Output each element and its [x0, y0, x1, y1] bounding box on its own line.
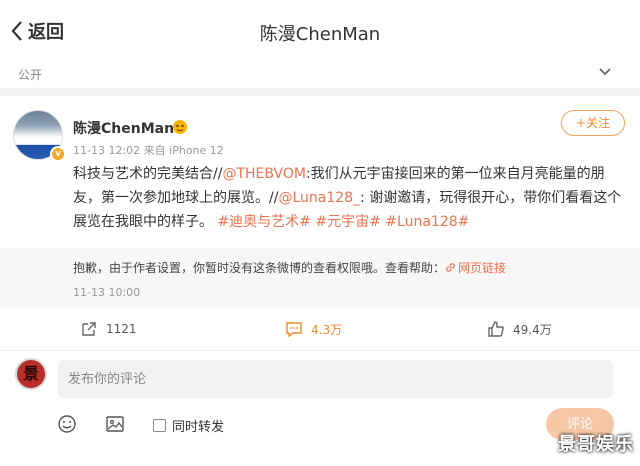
- also-repost-checkbox[interactable]: 同时转发: [153, 416, 224, 435]
- like-count: 49.4万: [513, 322, 552, 337]
- hashtag-link[interactable]: #元宇宙#: [315, 214, 380, 230]
- like-button[interactable]: 49.4万: [487, 320, 552, 338]
- visibility-label: 公开: [18, 68, 43, 82]
- my-avatar[interactable]: 景: [15, 358, 47, 390]
- author-name[interactable]: 陈漫ChenMan: [73, 118, 174, 138]
- comment-composer: 景 同时转发 评论 景哥娱乐: [0, 350, 640, 466]
- repost-notice: 抱歉，由于作者设置，你暂时没有这条微博的查看权限哦。查看帮助： 网页链接 11-1…: [0, 248, 640, 308]
- emoji-icon[interactable]: [57, 414, 77, 434]
- post-content: 科技与艺术的完美结合//@THEBVOM:我们从元宇宙接回来的第一位来自月亮能量…: [73, 162, 628, 234]
- notice-text: 抱歉，由于作者设置，你暂时没有这条微博的查看权限哦。查看帮助：: [73, 261, 446, 275]
- comment-input[interactable]: [58, 360, 613, 398]
- original-post-time: 11-13 10:00: [73, 286, 141, 299]
- page-title: 陈漫ChenMan: [259, 24, 381, 45]
- checkbox-box[interactable]: [153, 419, 166, 432]
- repost-count: 1121: [106, 322, 137, 336]
- comment-icon: [286, 322, 302, 338]
- action-bar: 1121 4.3万 49.4万: [0, 308, 640, 350]
- navbar: 返回 陈漫ChenMan: [0, 0, 640, 62]
- post-meta: 11-13 12:02 来自 iPhone 12: [73, 144, 224, 157]
- web-link[interactable]: 网页链接: [445, 261, 506, 275]
- watermark: 景哥娱乐: [558, 434, 634, 455]
- hashtag-link[interactable]: #Luna128#: [385, 214, 469, 230]
- mention-link[interactable]: @THEBVOM: [222, 166, 306, 182]
- comment-button[interactable]: 4.3万: [285, 320, 342, 338]
- also-repost-label: 同时转发: [172, 420, 225, 435]
- hashtag-link[interactable]: #迪奥与艺术#: [217, 214, 310, 230]
- vip-crown-icon: [173, 120, 187, 134]
- mention-link[interactable]: @Luna128_: [278, 190, 360, 206]
- repost-button[interactable]: 1121: [80, 320, 137, 338]
- content-text: 科技与艺术的完美结合//: [73, 166, 223, 182]
- verified-badge-icon: v: [50, 146, 66, 162]
- comment-count: 4.3万: [311, 322, 343, 337]
- notice-message: 抱歉，由于作者设置，你暂时没有这条微博的查看权限哦。查看帮助： 网页链接: [73, 259, 506, 276]
- section-divider: [0, 88, 640, 96]
- repost-icon: [82, 322, 96, 336]
- follow-button[interactable]: +关注: [561, 110, 625, 136]
- chevron-down-icon[interactable]: [598, 65, 612, 79]
- web-link-label: 网页链接: [458, 261, 507, 275]
- link-icon: [446, 263, 455, 272]
- visibility-row[interactable]: 公开: [0, 62, 640, 88]
- image-icon[interactable]: [105, 414, 125, 434]
- thumbs-up-icon: [488, 321, 504, 337]
